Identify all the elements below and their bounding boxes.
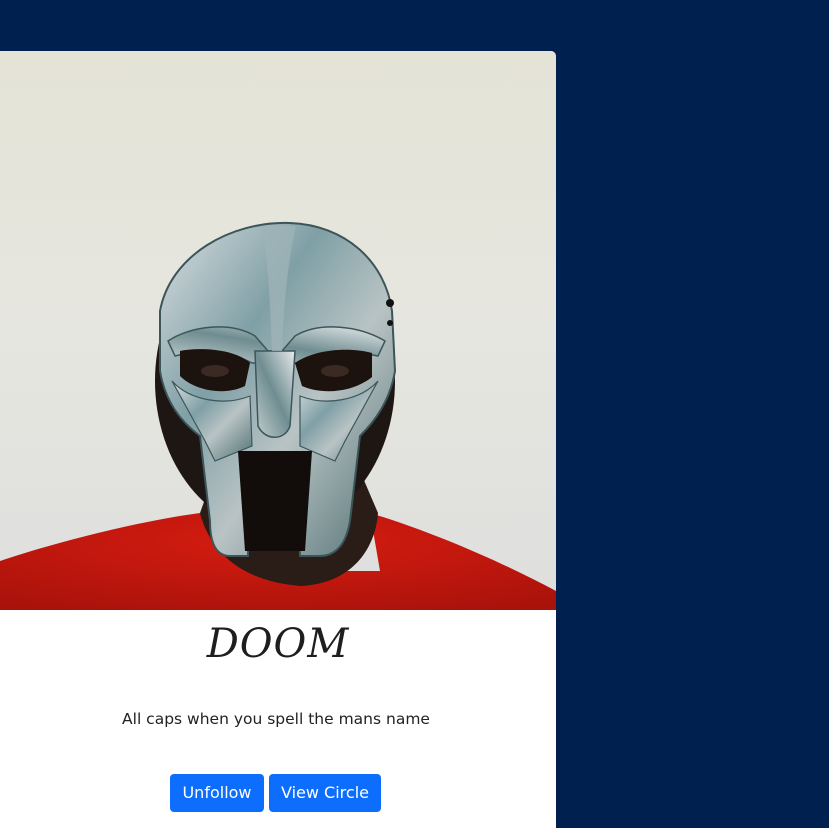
view-circle-button[interactable]: View Circle: [269, 774, 381, 812]
profile-name: DOOM: [206, 621, 350, 667]
unfollow-button[interactable]: Unfollow: [170, 774, 264, 812]
profile-photo: [0, 51, 556, 610]
profile-bio: All caps when you spell the mans name: [122, 710, 430, 728]
profile-card: DOOM All caps when you spell the mans na…: [0, 51, 556, 828]
profile-actions: Unfollow View Circle: [170, 774, 381, 812]
